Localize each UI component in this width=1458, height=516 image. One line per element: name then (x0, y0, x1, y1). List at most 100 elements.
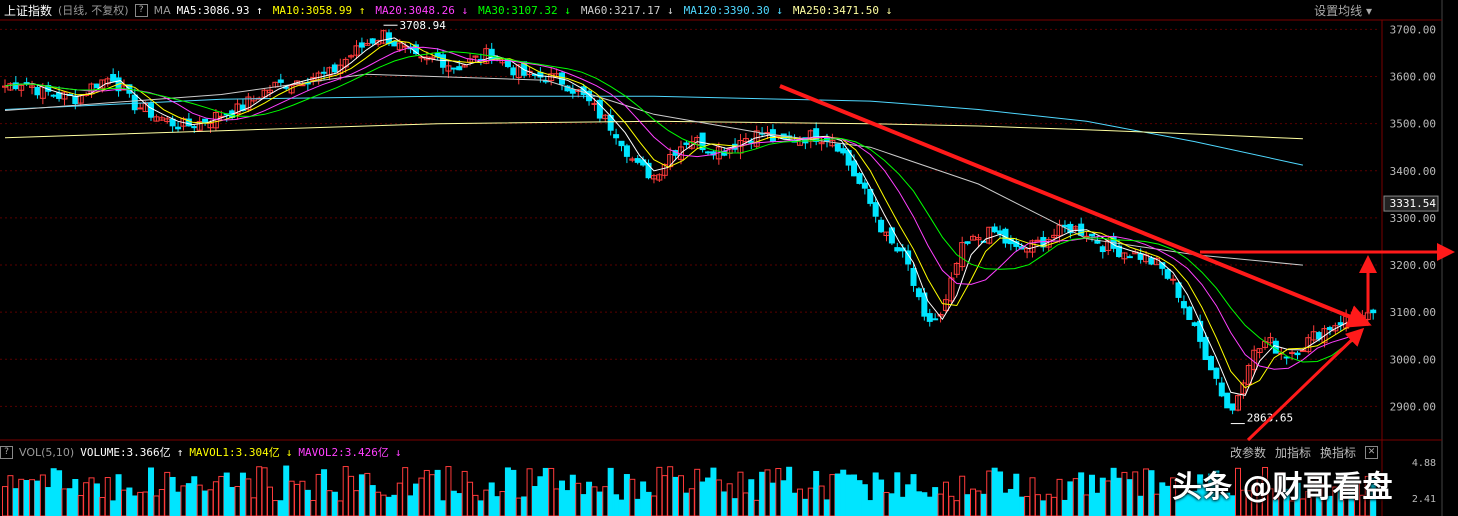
volume-bar (1110, 467, 1117, 516)
price-tick-label: 3400.00 (1390, 165, 1436, 178)
volume-bar (456, 493, 463, 516)
volume-bar (277, 500, 284, 516)
candle-down (110, 74, 117, 82)
volume-bar (202, 490, 209, 516)
volume-bar (1078, 472, 1085, 516)
volume-bar (326, 490, 333, 516)
volume-bar (1126, 479, 1133, 516)
volume-bar (1045, 493, 1052, 516)
volume-bar (623, 474, 630, 516)
candle-down (1126, 256, 1133, 259)
volume-bar (699, 481, 706, 516)
candle-down (191, 126, 198, 129)
volume-bar (721, 491, 728, 516)
candle-down (861, 182, 868, 189)
volume-bar (364, 472, 371, 516)
volume-bar (88, 477, 95, 516)
volume-bar (29, 479, 36, 516)
volume-bar (948, 495, 955, 516)
volume-bar (802, 498, 809, 516)
candle-down (510, 67, 517, 76)
volume-bar (824, 499, 830, 516)
volume-bar (596, 491, 603, 516)
volume-bar (991, 467, 998, 516)
candle-down (1213, 367, 1220, 379)
ma5-line (4, 37, 1361, 396)
volume-bar (1002, 492, 1009, 516)
volume-bar (715, 479, 722, 516)
vol-help-icon[interactable]: ? (0, 445, 13, 459)
close-icon[interactable]: ✕ (1365, 446, 1379, 459)
downtrend-arrow (779, 84, 1372, 328)
volume-bar (1094, 492, 1101, 516)
volume-bar (813, 470, 820, 516)
add-indicator-button[interactable]: 加指标 (1275, 444, 1311, 461)
volume-bar (975, 490, 982, 516)
volume-bar (396, 482, 403, 516)
volume-bar (964, 494, 971, 516)
volume-bar (888, 493, 895, 516)
volume-bar (380, 494, 387, 516)
change-params-button[interactable]: 改参数 (1230, 444, 1266, 461)
price-tick-label: 2900.00 (1390, 400, 1436, 413)
volume-bar (970, 488, 977, 516)
candle-down (456, 66, 463, 71)
volume-bar (553, 488, 560, 516)
candle-down (1186, 306, 1193, 320)
candle-down (369, 38, 376, 44)
volume-bar (429, 474, 436, 516)
candle-down (391, 41, 398, 47)
volume-bar (937, 493, 944, 516)
candle-down (915, 288, 922, 298)
volume-bar (613, 494, 620, 516)
volume-bar (531, 486, 538, 516)
volume-bar (245, 478, 252, 516)
volume-bar (1072, 478, 1079, 516)
volume-bar (591, 486, 598, 516)
volume-bar (629, 478, 636, 516)
candle-down (932, 318, 939, 321)
volume-bar (153, 495, 160, 516)
volume-bar (775, 468, 782, 516)
volume-bar (1143, 468, 1150, 516)
switch-indicator-button[interactable]: 换指标 (1320, 444, 1356, 461)
volume-bar (93, 483, 100, 516)
volume-bar (742, 492, 749, 516)
candle-down (1137, 253, 1144, 260)
volume-bar (661, 475, 668, 516)
candle-down (175, 126, 182, 130)
candle-down (1148, 257, 1155, 265)
price-tick-label: 3700.00 (1390, 23, 1436, 36)
candle-down (1294, 352, 1301, 356)
candle-down (277, 79, 284, 83)
volume-bar (12, 488, 19, 516)
volume-bar (321, 469, 328, 516)
volume-bar (1121, 471, 1128, 516)
volume-bar (1024, 495, 1031, 516)
volume-bar (23, 480, 30, 516)
volume-bar (353, 490, 360, 516)
volume-bar (656, 466, 663, 516)
volume-bar (677, 475, 684, 516)
price-tick-label: 3200.00 (1390, 259, 1436, 272)
candle-down (623, 145, 630, 157)
volume-bar (710, 467, 717, 516)
volume-bar (1153, 493, 1160, 516)
volume-bar (331, 491, 338, 516)
volume-bar (807, 487, 814, 516)
mavol1-value: MAVOL1:3.304亿 (189, 446, 280, 459)
volume-bar (878, 479, 885, 516)
volume-bar (1137, 495, 1144, 516)
volume-bar (791, 492, 798, 516)
volume-bar (953, 500, 960, 516)
volume-bar (66, 488, 73, 516)
candle-down (1218, 382, 1225, 397)
volume-bar (650, 495, 657, 516)
volume-bar (910, 474, 917, 516)
candle-down (1207, 356, 1214, 371)
candle-down (834, 143, 841, 152)
price-tick-label: 3000.00 (1390, 353, 1436, 366)
candle-down (569, 88, 576, 94)
vol-tick-label: 4.88 (1412, 458, 1436, 469)
candle-down (1229, 403, 1236, 411)
